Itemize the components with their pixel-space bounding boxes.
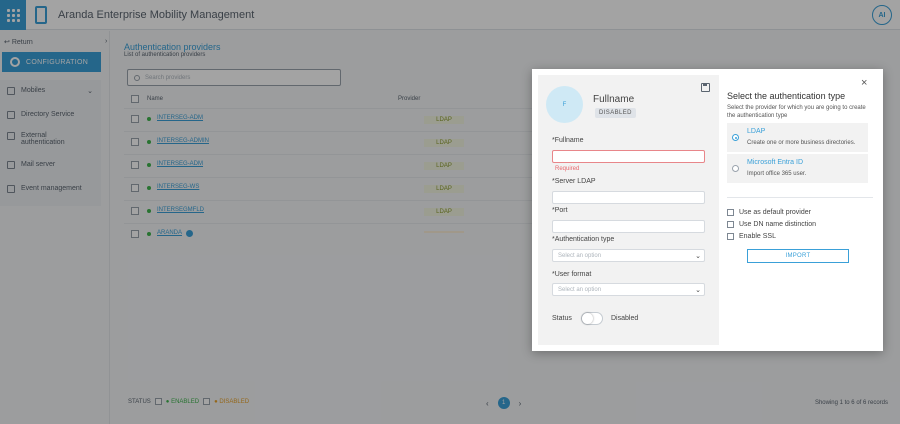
server-ldap-input[interactable] [552,191,705,204]
status-label: Status [552,315,572,322]
checkbox-box[interactable] [727,209,734,216]
close-icon[interactable]: × [861,78,867,89]
dn-name-checkbox[interactable]: Use DN name distinction [727,221,816,228]
server-ldap-label: *Server LDAP [552,178,596,185]
user-format-label: *User format [552,271,592,278]
checkbox-box[interactable] [727,233,734,240]
auth-type-select[interactable]: Select an option ⌄ [552,249,705,262]
port-label: *Port [552,207,568,214]
chevron-down-icon: ⌄ [695,253,701,260]
user-format-placeholder: Select an option [558,286,602,293]
required-error: Required [555,166,580,172]
status-toggle[interactable] [581,312,603,325]
status-badge: DISABLED [595,108,636,118]
option-ldap[interactable]: LDAP Create one or more business directo… [727,123,868,152]
fullname-input[interactable] [552,150,705,163]
ldap-radio[interactable] [732,134,739,141]
provider-avatar: F [546,86,583,123]
auth-type-description: Select the provider for which you are go… [727,105,866,120]
checkbox-box[interactable] [727,221,734,228]
chevron-down-icon: ⌄ [695,287,701,294]
create-provider-modal: F Fullname DISABLED *Fullname Required *… [532,69,883,351]
import-button[interactable]: IMPORT [747,249,849,263]
auth-type-label: *Authentication type [552,236,615,243]
checkbox-label: Use as default provider [739,209,811,216]
checkbox-label: Enable SSL [739,233,776,240]
option-microsoft-entra-id[interactable]: Microsoft Entra ID Import office 365 use… [727,154,868,183]
save-icon[interactable] [701,83,710,92]
auth-type-title: Select the authentication type [727,91,846,101]
enable-ssl-checkbox[interactable]: Enable SSL [727,233,776,240]
user-format-select[interactable]: Select an option ⌄ [552,283,705,296]
option-title: LDAP [747,128,766,135]
divider [727,197,873,198]
option-title: Microsoft Entra ID [747,159,804,166]
provider-form-panel: F Fullname DISABLED *Fullname Required *… [538,75,719,345]
entra-radio[interactable] [732,165,739,172]
fullname-label: *Fullname [552,137,584,144]
status-value: Disabled [611,315,639,322]
option-description: Create one or more business directories. [747,140,856,146]
default-provider-checkbox[interactable]: Use as default provider [727,209,811,216]
port-input[interactable] [552,220,705,233]
option-description: Import office 365 user. [747,171,807,177]
auth-type-placeholder: Select an option [558,252,602,259]
checkbox-label: Use DN name distinction [739,221,817,228]
provider-name-heading: Fullname [593,94,635,105]
